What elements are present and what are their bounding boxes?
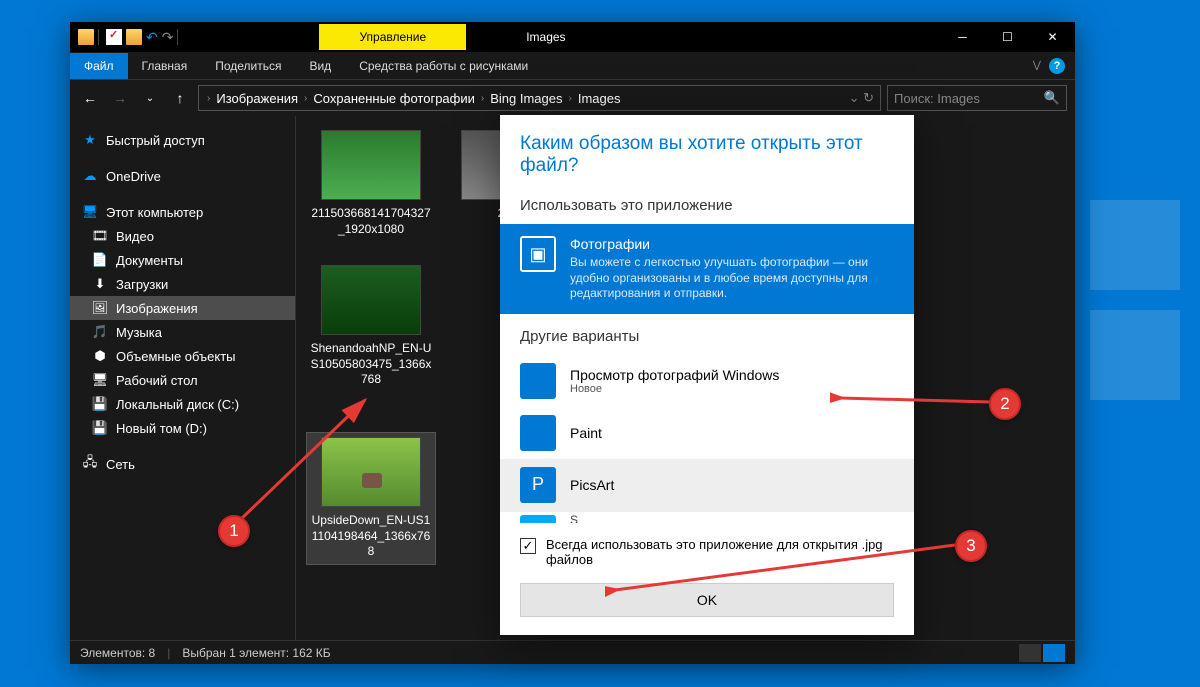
app-paint[interactable]: Paint (500, 407, 914, 459)
search-placeholder: Поиск: Images (894, 91, 980, 106)
annotation-badge-3: 3 (955, 530, 987, 562)
photos-icon: ▣ (520, 236, 556, 272)
file-label: ShenandoahNP_EN-US1050580347­5_1366x768 (310, 341, 432, 388)
sidebar-this-pc[interactable]: 🖥Этот компьютер (70, 200, 295, 224)
ribbon-tabs: Файл Главная Поделиться Вид Средства раб… (70, 52, 1075, 80)
forward-button: → (108, 90, 132, 106)
folder-icon[interactable] (78, 29, 94, 45)
sidebar-documents[interactable]: 📄Документы (70, 248, 295, 272)
file-item[interactable]: 211503668141704327_1920x1080 (306, 126, 436, 241)
contextual-tab-label: Управление (319, 24, 466, 50)
breadcrumb-path[interactable]: › Изображения › Сохраненные фотографии ›… (198, 85, 881, 111)
sidebar-3d-objects[interactable]: ⬢Объемные объекты (70, 344, 295, 368)
annotation-badge-2: 2 (989, 388, 1021, 420)
thumbnails-view-button[interactable] (1043, 644, 1065, 662)
selection-info: Выбран 1 элемент: 162 КБ (182, 646, 330, 660)
navigation-pane: ★Быстрый доступ ☁OneDrive 🖥Этот компьюте… (70, 116, 296, 640)
dialog-title: Каким образом вы хотите открыть этот фай… (500, 115, 914, 191)
app-name: Paint (570, 425, 602, 441)
back-button[interactable]: ← (78, 90, 102, 106)
file-label: 211503668141704327_1920x1080 (310, 206, 432, 237)
minimize-button[interactable]: ─ (940, 22, 985, 52)
file-item[interactable]: ShenandoahNP_EN-US1050580347­5_1366x768 (306, 261, 436, 392)
breadcrumb-seg[interactable]: Сохраненные фотографии (309, 91, 478, 106)
sidebar-music[interactable]: 🎵Музыка (70, 320, 295, 344)
item-count: Элементов: 8 (80, 646, 155, 660)
close-button[interactable]: ✕ (1030, 22, 1075, 52)
sidebar-pictures[interactable]: 🖼Изображения (70, 296, 295, 320)
ribbon-collapse-icon[interactable]: ⋁ (1033, 60, 1041, 71)
sidebar-videos[interactable]: 🎞Видео (70, 224, 295, 248)
thumbnail (321, 265, 421, 335)
search-box[interactable]: Поиск: Images 🔍 (887, 85, 1067, 111)
titlebar[interactable]: ↶ ↷ Управление Images ─ ☐ ✕ (70, 22, 1075, 52)
annotation-badge-1: 1 (218, 515, 250, 547)
status-bar: Элементов: 8 | Выбран 1 элемент: 162 КБ (70, 640, 1075, 664)
picsart-icon: P (520, 467, 556, 503)
recent-dropdown[interactable]: ⌄ (138, 93, 162, 104)
ribbon-tab-share[interactable]: Поделиться (201, 53, 295, 79)
file-menu[interactable]: Файл (70, 53, 128, 79)
redo-icon: ↷ (162, 29, 174, 46)
wpv-icon (520, 363, 556, 399)
checkbox-checked-icon[interactable]: ✓ (520, 538, 536, 554)
thumbnail (321, 437, 421, 507)
properties-icon[interactable] (106, 29, 122, 45)
always-use-checkbox-row[interactable]: ✓ Всегда использовать это приложение для… (500, 523, 914, 575)
app-photos-recommended[interactable]: ▣ Фотографии Вы можете с легкостью улучш… (500, 224, 914, 314)
thumbnail (321, 130, 421, 200)
app-name: Фотографии (570, 236, 894, 252)
breadcrumb-seg[interactable]: Изображения (212, 91, 302, 106)
sidebar-onedrive[interactable]: ☁OneDrive (70, 164, 295, 188)
ribbon-tab-picture-tools[interactable]: Средства работы с рисунками (345, 53, 542, 79)
maximize-button[interactable]: ☐ (985, 22, 1030, 52)
sidebar-local-disk-d[interactable]: 💾Новый том (D:) (70, 416, 295, 440)
sidebar-quick-access[interactable]: ★Быстрый доступ (70, 128, 295, 152)
ribbon-tab-home[interactable]: Главная (128, 53, 202, 79)
breadcrumb-seg[interactable]: Images (574, 91, 625, 106)
always-use-label: Всегда использовать это приложение для о… (546, 537, 894, 567)
new-folder-icon[interactable] (126, 29, 142, 45)
undo-icon[interactable]: ↶ (146, 29, 158, 46)
up-button[interactable]: ↑ (168, 90, 192, 106)
details-view-button[interactable] (1019, 644, 1041, 662)
ok-button[interactable]: OK (520, 583, 894, 617)
other-options-label: Другие варианты (500, 314, 914, 355)
app-desc: Вы можете с легкостью улучшать фотографи… (570, 255, 894, 302)
file-label: UpsideDown_EN-US11104198464_1366x768 (311, 513, 431, 560)
file-item-selected[interactable]: UpsideDown_EN-US11104198464_1366x768 (306, 432, 436, 565)
ribbon-tab-view[interactable]: Вид (295, 53, 345, 79)
open-with-dialog: Каким образом вы хотите открыть этот фай… (500, 115, 914, 635)
address-bar: ← → ⌄ ↑ › Изображения › Сохраненные фото… (70, 80, 1075, 116)
sidebar-local-disk-c[interactable]: 💾Локальный диск (C:) (70, 392, 295, 416)
app-picsart[interactable]: P PicsArt (500, 459, 914, 511)
sidebar-downloads[interactable]: ⬇Загрузки (70, 272, 295, 296)
app-name: PicsArt (570, 477, 614, 493)
app-more[interactable]: S (500, 511, 914, 523)
app-name: Просмотр фотографий Windows (570, 367, 779, 383)
sidebar-desktop[interactable]: 🖥Рабочий стол (70, 368, 295, 392)
use-this-app-label: Использовать это приложение (500, 191, 914, 224)
breadcrumb-seg[interactable]: Bing Images (486, 91, 566, 106)
sidebar-network[interactable]: 🖧Сеть (70, 452, 295, 476)
app-subtitle: Новое (570, 383, 779, 395)
paint-icon (520, 415, 556, 451)
help-icon[interactable]: ? (1049, 58, 1065, 74)
search-icon: 🔍 (1044, 90, 1060, 106)
app-windows-photo-viewer[interactable]: Просмотр фотографий Windows Новое (500, 355, 914, 407)
window-title: Images (526, 30, 565, 44)
